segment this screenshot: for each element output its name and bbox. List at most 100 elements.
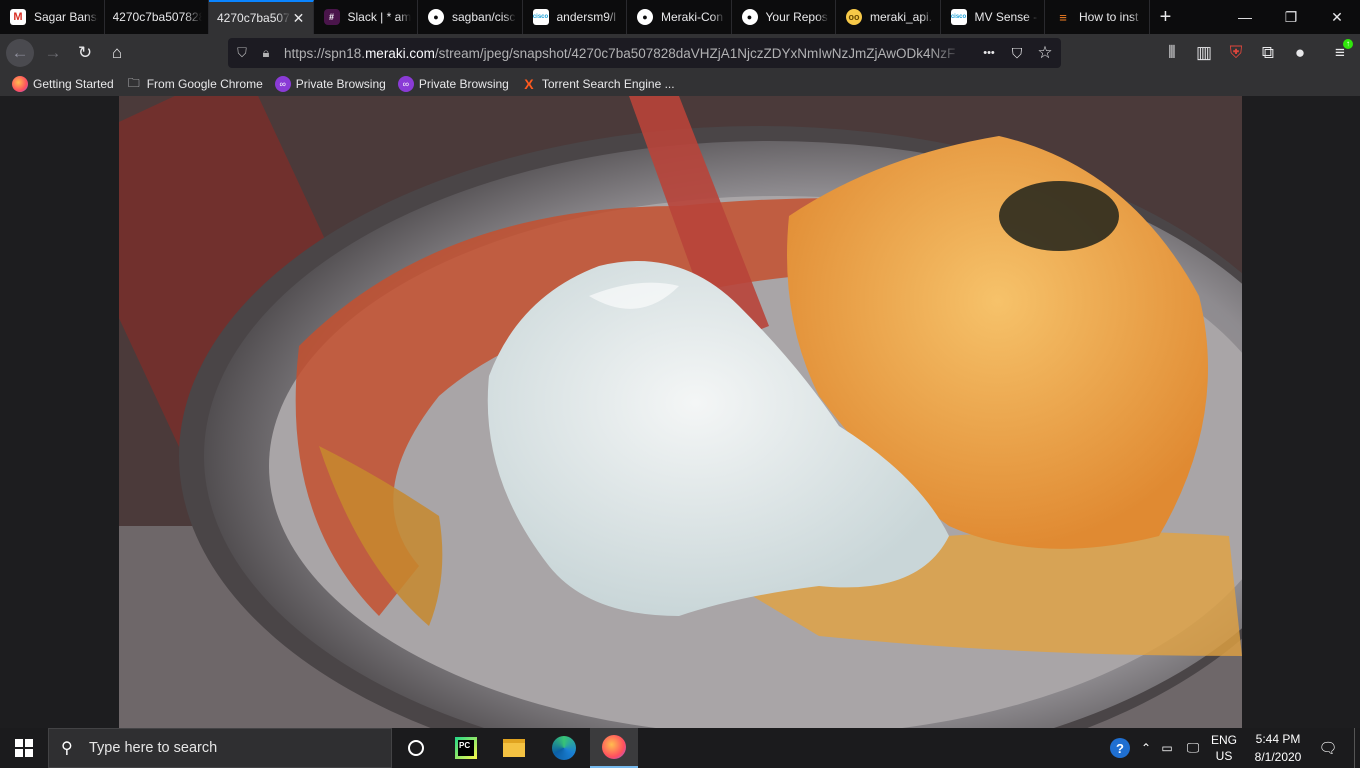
search-placeholder: Type here to search bbox=[89, 740, 218, 756]
chevron-up-icon[interactable]: ⌃ bbox=[1136, 728, 1156, 768]
bookmark-getting-started[interactable]: Getting Started bbox=[12, 76, 114, 92]
torrent-icon: X bbox=[524, 76, 534, 92]
page-actions-icon[interactable]: ••• bbox=[978, 43, 1000, 63]
slack-icon: # bbox=[323, 9, 340, 25]
private-browsing-icon: ∞ bbox=[397, 76, 414, 92]
stackoverflow-icon: ≡ bbox=[1059, 9, 1067, 25]
tab-meraki-api[interactable]: oo meraki_api. bbox=[836, 0, 941, 34]
tab-label: 4270c7ba507828 bbox=[112, 10, 203, 24]
update-badge-icon: ↑ bbox=[1343, 39, 1353, 49]
language-code: ENG bbox=[1210, 733, 1237, 747]
tab-gmail[interactable]: M Sagar Bansal bbox=[0, 0, 105, 34]
shield-extension-icon[interactable]: ⛨ bbox=[1222, 39, 1250, 67]
tab-snapshot-1[interactable]: 4270c7ba507828 bbox=[105, 0, 209, 34]
bookmark-label: Getting Started bbox=[33, 77, 114, 91]
firefox-taskbar-icon[interactable] bbox=[590, 728, 638, 768]
tab-your-repos[interactable]: ● Your Repos bbox=[732, 0, 836, 34]
cisco-icon: cisco bbox=[950, 9, 967, 25]
url-prefix: https://spn18. bbox=[284, 45, 366, 61]
taskbar-search-box[interactable]: ⚲ Type here to search bbox=[48, 728, 392, 768]
library-icon[interactable]: ⫴ bbox=[1158, 39, 1186, 67]
tab-label: 4270c7ba507828 bbox=[217, 11, 291, 25]
private-browsing-icon: ∞ bbox=[274, 76, 291, 92]
snapshot-drawing bbox=[119, 96, 1242, 728]
region-code: US bbox=[1215, 749, 1233, 763]
battery-icon[interactable]: ▭ bbox=[1158, 728, 1176, 768]
tab-strip: M Sagar Bansal 4270c7ba507828 4270c7ba50… bbox=[0, 0, 1360, 34]
tab-label: andersm9/l bbox=[556, 10, 616, 24]
new-tab-button[interactable]: + bbox=[1150, 0, 1182, 34]
pocket-icon[interactable]: ⛉ bbox=[1006, 43, 1028, 63]
bookmark-folder-chrome[interactable]: 🗀 From Google Chrome bbox=[126, 76, 263, 92]
tab-github-sagban[interactable]: ● sagban/cisco bbox=[418, 0, 523, 34]
meraki-icon: oo bbox=[846, 9, 862, 25]
input-language-indicator[interactable]: ENG US bbox=[1206, 728, 1242, 768]
github-icon: ● bbox=[741, 9, 758, 25]
tab-label: Meraki-Con bbox=[661, 10, 724, 24]
tab-how-to-install[interactable]: ≡ How to inst bbox=[1045, 0, 1150, 34]
taskbar-clock[interactable]: 5:44 PM 8/1/2020 bbox=[1248, 728, 1308, 768]
lock-icon[interactable]: 🔒︎ bbox=[254, 45, 278, 61]
bookmarks-toolbar: Getting Started 🗀 From Google Chrome ∞ P… bbox=[0, 72, 1360, 96]
edge-icon[interactable] bbox=[540, 728, 588, 768]
bookmark-star-icon[interactable]: ☆ bbox=[1034, 43, 1056, 63]
bookmark-torrent-search[interactable]: X Torrent Search Engine ... bbox=[521, 76, 675, 92]
tab-label: Sagar Bansal bbox=[34, 10, 98, 24]
forward-button[interactable]: → bbox=[39, 39, 67, 67]
picture-in-picture-icon[interactable]: ⧉ bbox=[1254, 39, 1282, 67]
firefox-icon bbox=[12, 76, 28, 92]
help-icon[interactable]: ? bbox=[1108, 728, 1132, 768]
tab-mv-sense[interactable]: cisco MV Sense - bbox=[941, 0, 1045, 34]
camera-snapshot-image bbox=[119, 96, 1242, 728]
file-explorer-icon[interactable] bbox=[490, 728, 538, 768]
bookmark-label: Torrent Search Engine ... bbox=[541, 77, 675, 91]
gmail-icon: M bbox=[10, 9, 26, 25]
windows-logo-icon bbox=[15, 739, 33, 757]
bookmark-label: From Google Chrome bbox=[146, 77, 263, 91]
reload-button[interactable]: ↻ bbox=[71, 39, 99, 67]
clock-date: 8/1/2020 bbox=[1254, 750, 1302, 764]
close-window-button[interactable]: ✕ bbox=[1314, 0, 1360, 34]
tracking-protection-icon[interactable]: ⛉ bbox=[230, 45, 254, 61]
pycharm-icon[interactable]: PC bbox=[442, 728, 490, 768]
navigation-toolbar: ← → ↻ ⌂ ⛉ 🔒︎ https://spn18.meraki.com/st… bbox=[0, 34, 1360, 72]
restore-button[interactable]: ❐ bbox=[1268, 0, 1314, 34]
tab-slack[interactable]: # Slack | * am bbox=[314, 0, 418, 34]
windows-taskbar: ⚲ Type here to search PC ? ⌃ ▭ 🖵︎ ENG US… bbox=[0, 728, 1360, 768]
tab-snapshot-active[interactable]: 4270c7ba507828 ✕ bbox=[209, 0, 314, 34]
tab-label: meraki_api. bbox=[870, 10, 933, 24]
url-bar[interactable]: ⛉ 🔒︎ https://spn18.meraki.com/stream/jpe… bbox=[228, 38, 1061, 68]
tab-label: MV Sense - bbox=[974, 10, 1038, 24]
start-button[interactable] bbox=[0, 728, 48, 768]
account-icon[interactable]: ● bbox=[1286, 39, 1314, 67]
bookmark-label: Private Browsing bbox=[418, 77, 509, 91]
folder-icon: 🗀 bbox=[127, 75, 140, 90]
tab-label: Your Repos bbox=[765, 10, 828, 24]
github-icon: ● bbox=[428, 9, 444, 25]
cortana-icon[interactable] bbox=[392, 728, 440, 768]
home-button[interactable]: ⌂ bbox=[103, 39, 131, 67]
minimize-button[interactable]: — bbox=[1222, 0, 1268, 34]
url-path: /stream/jpeg/snapshot/4270c7ba507828daVH… bbox=[434, 45, 956, 61]
url-text[interactable]: https://spn18.meraki.com/stream/jpeg/sna… bbox=[284, 46, 964, 61]
network-icon[interactable]: 🖵︎ bbox=[1182, 728, 1204, 768]
bookmark-label: Private Browsing bbox=[295, 77, 386, 91]
show-desktop-button[interactable] bbox=[1354, 728, 1360, 768]
tab-label: sagban/cisco bbox=[452, 10, 516, 24]
sidebar-icon[interactable]: ▥ bbox=[1190, 39, 1218, 67]
tab-meraki-con[interactable]: ● Meraki-Con bbox=[627, 0, 732, 34]
search-icon: ⚲ bbox=[61, 740, 73, 757]
page-content bbox=[0, 96, 1360, 728]
clock-time: 5:44 PM bbox=[1255, 732, 1301, 746]
cisco-icon: cisco bbox=[532, 9, 549, 25]
bookmark-private-browsing-2[interactable]: ∞ Private Browsing bbox=[397, 76, 509, 92]
bookmark-private-browsing-1[interactable]: ∞ Private Browsing bbox=[274, 76, 386, 92]
back-button[interactable]: ← bbox=[6, 39, 34, 67]
close-tab-icon[interactable]: ✕ bbox=[291, 10, 307, 27]
notification-center-icon[interactable]: 🗨︎ bbox=[1316, 728, 1340, 768]
tab-label: How to inst bbox=[1079, 10, 1139, 24]
tab-andersm9[interactable]: cisco andersm9/l bbox=[523, 0, 627, 34]
tab-label: Slack | * am bbox=[347, 10, 412, 24]
url-domain: meraki.com bbox=[365, 45, 435, 61]
github-icon: ● bbox=[637, 9, 653, 25]
